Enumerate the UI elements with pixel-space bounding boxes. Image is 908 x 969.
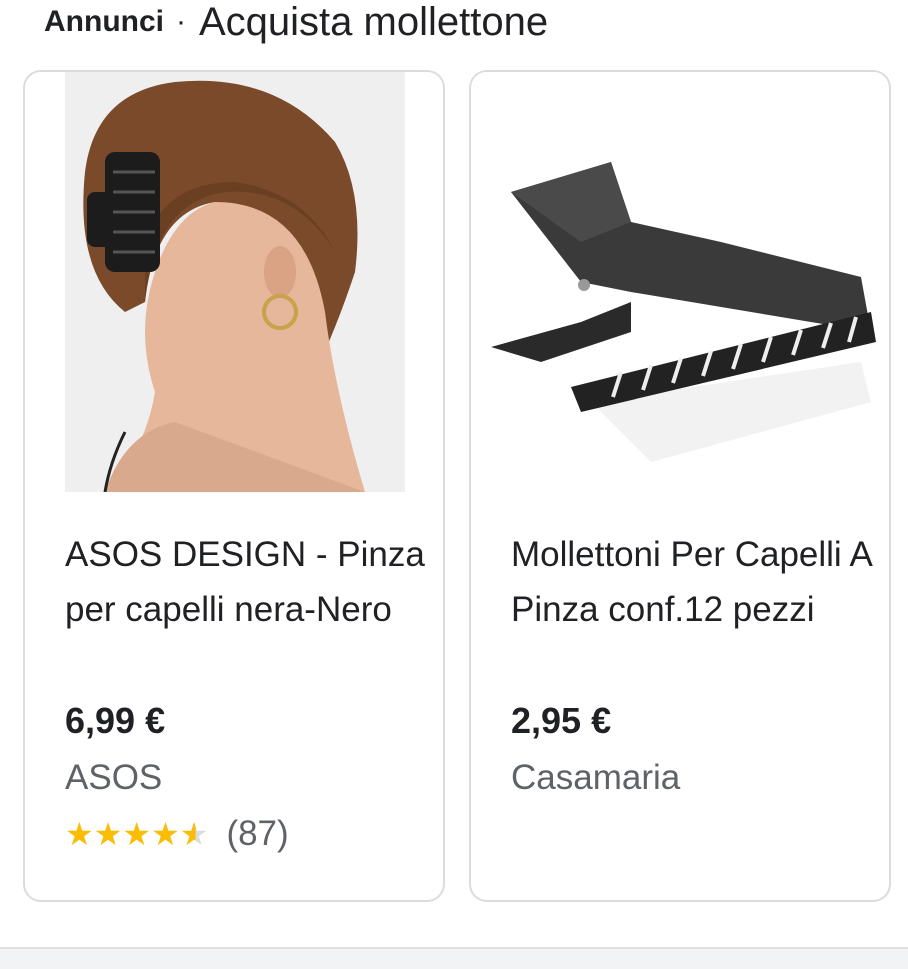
product-card[interactable]: Mollettoni Per Capelli A Pinza conf.12 p… [469,70,891,902]
black-hair-clip-photo [481,72,881,477]
review-count: (87) [226,814,289,853]
product-title[interactable]: ASOS DESIGN - Pinza per capelli nera-Ner… [65,527,425,637]
rating: ★ ★ ★ ★ ★ (87) [65,814,289,854]
product-image[interactable] [65,72,405,492]
star-icon: ★ [122,816,152,852]
merchant-name: Casamaria [511,758,681,797]
star-icon: ★ [65,816,94,852]
product-price: 2,95 € [511,700,612,741]
section-title: Acquista mollettone [199,0,549,44]
woman-hair-clip-photo [65,72,405,492]
merchant-name: ASOS [65,758,163,797]
separator-dot: · [176,5,186,38]
product-card[interactable]: ASOS DESIGN - Pinza per capelli nera-Ner… [23,70,445,902]
bottom-divider [0,947,908,969]
half-star-icon: ★ [179,816,209,852]
product-price: 6,99 € [65,700,166,741]
product-title[interactable]: Mollettoni Per Capelli A Pinza conf.12 p… [511,527,871,637]
product-image[interactable] [481,72,881,477]
ads-label: Annunci [44,5,164,38]
star-icon: ★ [151,816,180,852]
star-icon: ★ [93,816,123,852]
ads-header: Annunci · Acquista mollettone [44,0,548,44]
